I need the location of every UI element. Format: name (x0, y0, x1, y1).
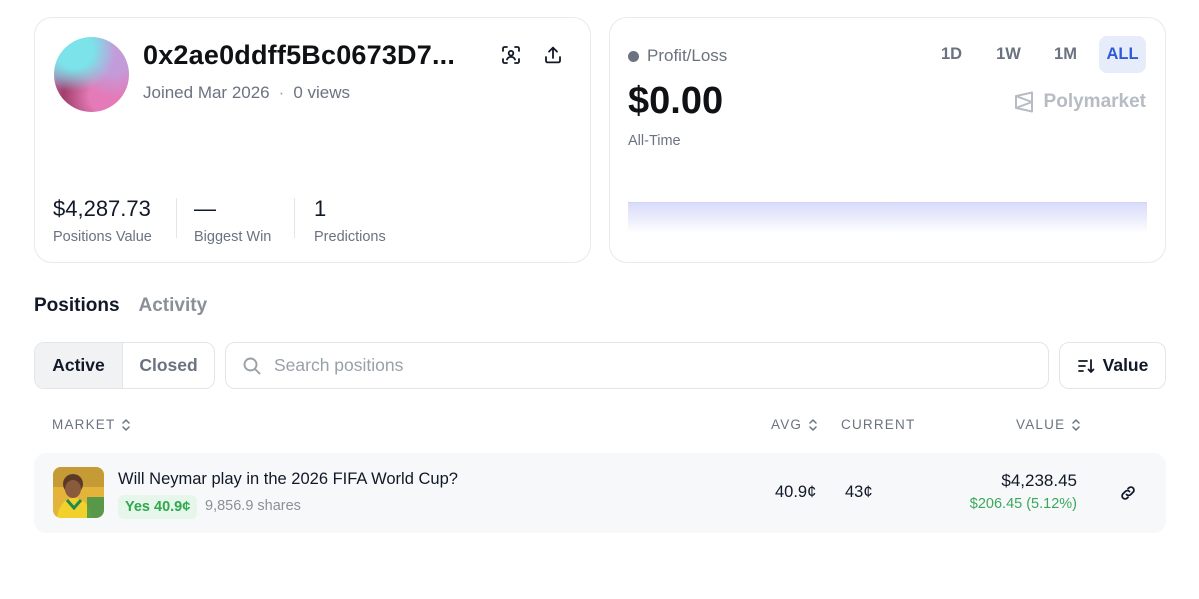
sort-icon (1077, 358, 1095, 373)
profit-loss-chart (628, 202, 1147, 233)
joined-date: Joined Mar 2026 (143, 83, 270, 102)
polymarket-logo-icon (1014, 91, 1033, 113)
search-icon (243, 357, 261, 374)
time-range-tabs: 1D 1W 1M ALL (918, 36, 1146, 73)
table-row[interactable]: Will Neymar play in the 2026 FIFA World … (34, 453, 1166, 533)
tab-activity[interactable]: Activity (139, 295, 208, 317)
sort-by-button[interactable]: Value (1059, 342, 1166, 389)
scan-qr-button[interactable] (498, 42, 524, 68)
stat-value: $4,287.73 (53, 196, 151, 221)
column-header-avg[interactable]: AVG (771, 417, 818, 432)
profit-loss-value: $0.00 (628, 80, 724, 122)
filter-closed-button[interactable]: Closed (123, 343, 214, 388)
share-button[interactable] (540, 42, 566, 68)
status-dot (628, 50, 639, 62)
tab-positions[interactable]: Positions (34, 295, 120, 317)
outcome-badge: Yes 40.9¢ (118, 495, 198, 519)
brand-name: Polymarket (1043, 91, 1146, 112)
market-thumbnail (53, 467, 104, 518)
profit-loss-label: Profit/Loss (647, 46, 728, 65)
stat-predictions: 1 Predictions (314, 196, 386, 245)
stat-divider (176, 198, 177, 238)
range-tab-1m[interactable]: 1M (1042, 36, 1089, 73)
profit-loss-period: All-Time (628, 133, 681, 149)
stat-divider (294, 198, 295, 238)
position-pnl: $206.45 (5.12%) (969, 496, 1077, 512)
stat-value: 1 (314, 196, 327, 221)
stat-positions-value: $4,287.73 Positions Value (53, 196, 152, 245)
search-input[interactable] (272, 350, 1012, 381)
sort-toggle-icon (122, 418, 131, 431)
stat-label: Positions Value (53, 229, 152, 245)
position-value: $4,238.45 (1001, 471, 1077, 490)
range-tab-1w[interactable]: 1W (985, 36, 1032, 73)
current-price: 43¢ (845, 483, 873, 501)
sort-toggle-icon (1072, 418, 1081, 431)
column-header-market[interactable]: MARKET (52, 417, 131, 432)
status-segmented-control: Active Closed (34, 342, 215, 389)
sort-toggle-icon (809, 418, 817, 431)
range-tab-all[interactable]: ALL (1099, 36, 1146, 73)
sort-label: Value (1102, 355, 1149, 375)
stat-biggest-win: — Biggest Win (194, 196, 271, 245)
stat-label: Predictions (314, 229, 386, 245)
search-box (225, 342, 1049, 389)
profile-meta: Joined Mar 2026 · 0 views (143, 83, 350, 103)
column-header-current: CURRENT (841, 417, 915, 432)
share-upload-icon (545, 46, 561, 64)
avatar (54, 37, 129, 112)
column-header-label: CURRENT (841, 417, 916, 432)
polymarket-brand: Polymarket (1013, 91, 1146, 113)
share-link-button[interactable] (1117, 482, 1139, 504)
market-title[interactable]: Will Neymar play in the 2026 FIFA World … (118, 470, 458, 489)
stat-label: Biggest Win (194, 229, 272, 245)
column-header-label: MARKET (52, 417, 116, 432)
scan-icon (502, 46, 520, 64)
main-tabs: Positions Activity (34, 295, 226, 317)
wallet-address: 0x2ae0ddff5Bc0673D7... (143, 40, 456, 70)
range-tab-1d[interactable]: 1D (928, 36, 975, 73)
column-header-label: AVG (771, 417, 803, 432)
column-header-label: VALUE (1016, 417, 1066, 432)
view-count: 0 views (293, 83, 350, 102)
profit-loss-card: Profit/Loss $0.00 All-Time 1D 1W 1M ALL … (609, 17, 1166, 263)
avg-price: 40.9¢ (775, 483, 817, 501)
meta-separator: · (278, 83, 285, 102)
column-header-value[interactable]: VALUE (1016, 417, 1081, 432)
profile-card: 0x2ae0ddff5Bc0673D7... Joined Mar 2026 · 0… (34, 17, 591, 263)
link-icon (1121, 486, 1135, 500)
filter-active-button[interactable]: Active (35, 343, 123, 388)
profit-loss-header: Profit/Loss (628, 46, 727, 66)
share-count: 9,856.9 shares (205, 498, 301, 514)
stat-value: — (194, 196, 216, 221)
